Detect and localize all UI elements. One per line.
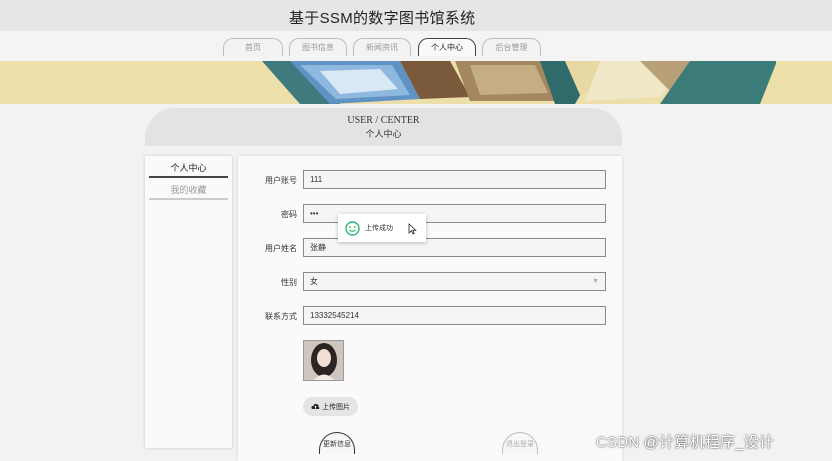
sidebar-item-favorites[interactable]: 我的收藏 <box>149 180 228 200</box>
nav-tab-admin[interactable]: 后台管理 <box>482 38 541 56</box>
banner-image <box>0 61 832 104</box>
password-label: 密码 <box>281 210 297 219</box>
upload-image-button[interactable]: 上传图片 <box>303 397 358 416</box>
account-label: 用户账号 <box>265 176 297 185</box>
nav-tab-home[interactable]: 首页 <box>223 38 283 56</box>
avatar <box>303 340 344 381</box>
nav-bar <box>0 31 832 61</box>
toast-message: 上传成功 <box>365 225 393 232</box>
sidebar-item-user-center[interactable]: 个人中心 <box>149 158 228 178</box>
name-label: 用户姓名 <box>265 244 297 253</box>
contact-input[interactable]: 13332545214 <box>303 306 606 325</box>
gender-select[interactable]: 女 ▼ <box>303 272 606 291</box>
account-input[interactable]: 111 <box>303 170 606 189</box>
smile-icon <box>345 220 360 236</box>
user-center-header: USER / CENTER 个人中心 <box>145 108 622 146</box>
contact-label: 联系方式 <box>265 312 297 321</box>
sidebar: 个人中心 我的收藏 <box>145 156 232 448</box>
chevron-down-icon: ▼ <box>592 278 599 285</box>
watermark-text: CSDN @计算机程序_设计 <box>596 434 775 451</box>
user-center-title-en: USER / CENTER <box>347 115 420 126</box>
gender-select-value: 女 <box>310 277 318 286</box>
nav-tab-books[interactable]: 图书信息 <box>289 38 347 56</box>
nav-tab-news[interactable]: 新闻资讯 <box>353 38 411 56</box>
user-center-title-cn: 个人中心 <box>365 129 402 139</box>
gender-label: 性别 <box>281 278 297 287</box>
upload-image-label: 上传图片 <box>322 403 350 411</box>
cloud-upload-icon <box>311 403 320 409</box>
site-title: 基于SSM的数字图书馆系统 <box>289 10 476 27</box>
nav-tab-user-center[interactable]: 个人中心 <box>418 38 476 56</box>
cursor-icon <box>408 223 417 235</box>
